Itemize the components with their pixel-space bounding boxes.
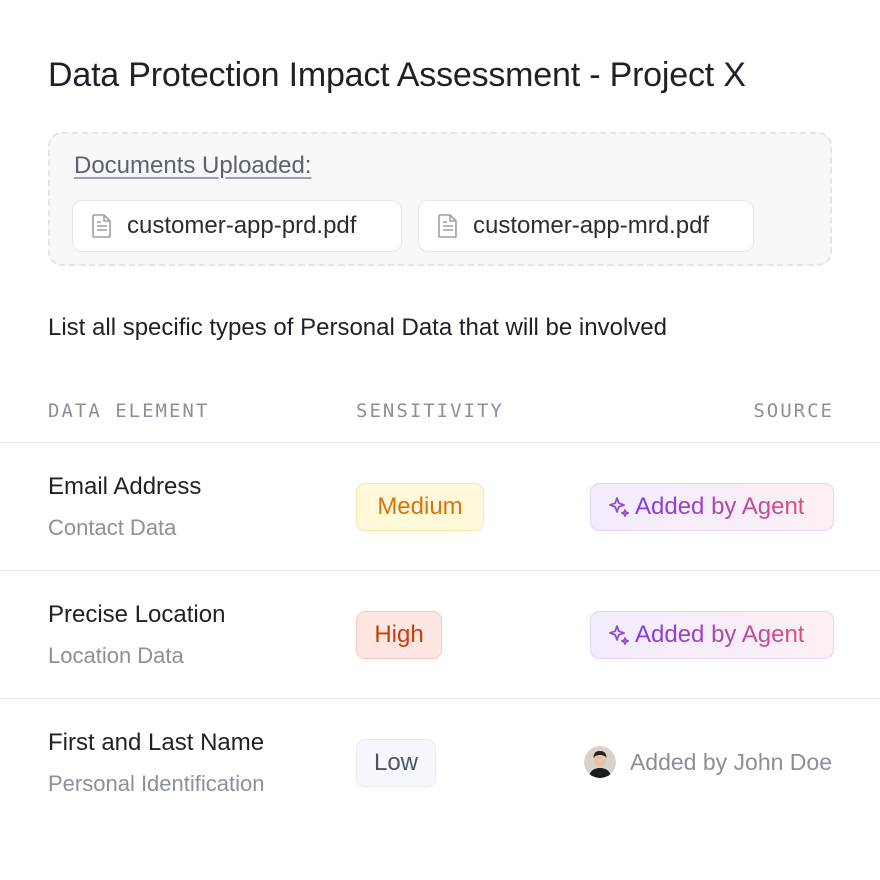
page-title: Data Protection Impact Assessment - Proj… xyxy=(48,56,746,94)
data-element-name: Precise Location xyxy=(48,601,226,628)
table-row[interactable]: First and Last Name Personal Identificat… xyxy=(0,699,880,827)
data-element-category: Contact Data xyxy=(48,515,177,540)
source-label: Added by John Doe xyxy=(629,748,832,775)
sensitivity-badge[interactable]: Low xyxy=(356,739,436,787)
documents-uploaded-label: Documents Uploaded: xyxy=(74,152,312,179)
document-name: customer-app-mrd.pdf xyxy=(473,212,710,239)
question-prompt: List all specific types of Personal Data… xyxy=(48,314,667,341)
avatar xyxy=(583,746,616,778)
source-user: Added by John Doe xyxy=(583,745,832,779)
sparkle-icon xyxy=(607,495,631,519)
document-chip-mrd[interactable]: customer-app-mrd.pdf xyxy=(418,200,754,252)
sparkle-icon xyxy=(607,623,631,647)
source-label: Added by Agent xyxy=(635,621,805,648)
table-row[interactable]: Precise Location Location Data High Adde… xyxy=(0,571,880,699)
document-icon xyxy=(91,213,113,239)
data-element-name: Email Address xyxy=(48,473,202,500)
column-header-sensitivity: SENSITIVITY xyxy=(356,400,504,422)
uploaded-documents-panel: Documents Uploaded: customer-app-prd.pdf… xyxy=(48,132,832,266)
data-element-category: Personal Identification xyxy=(48,771,265,796)
document-chip-prd[interactable]: customer-app-prd.pdf xyxy=(72,200,402,252)
source-agent-badge: Added by Agent xyxy=(590,483,834,531)
table-row[interactable]: Email Address Contact Data Medium Added … xyxy=(0,443,880,571)
sensitivity-badge[interactable]: High xyxy=(356,611,442,659)
column-header-source: SOURCE xyxy=(753,400,834,422)
column-header-data-element: DATA ELEMENT xyxy=(48,400,210,422)
sensitivity-badge[interactable]: Medium xyxy=(356,483,484,531)
source-label: Added by Agent xyxy=(635,493,805,520)
source-agent-badge: Added by Agent xyxy=(590,611,834,659)
document-icon xyxy=(437,213,459,239)
document-name: customer-app-prd.pdf xyxy=(127,212,357,239)
data-element-name: First and Last Name xyxy=(48,729,265,756)
data-element-category: Location Data xyxy=(48,643,184,668)
